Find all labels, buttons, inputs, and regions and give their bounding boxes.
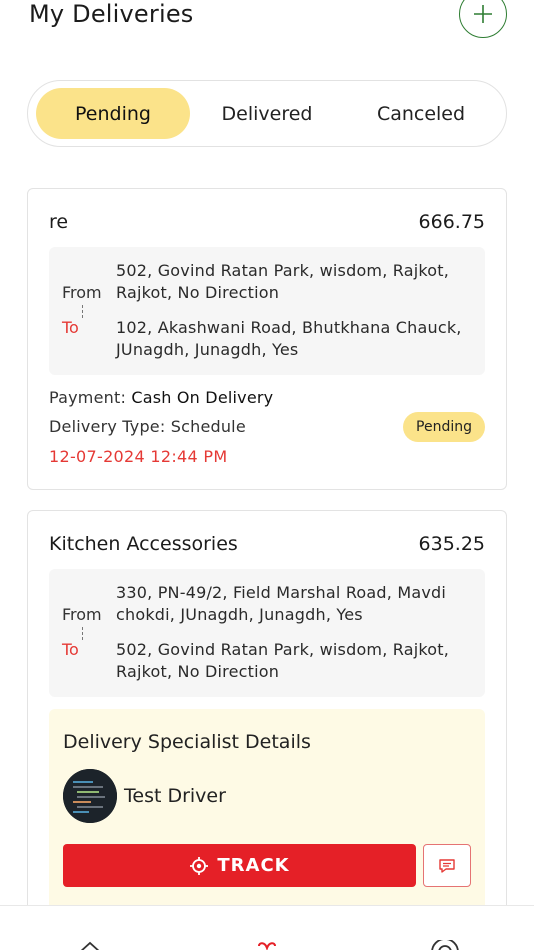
delivery-amount: 635.25 xyxy=(418,533,485,555)
add-delivery-button[interactable] xyxy=(459,0,507,38)
from-label: From xyxy=(62,283,102,302)
delivery-name: re xyxy=(49,211,69,233)
specialist-title: Delivery Specialist Details xyxy=(63,731,311,753)
delivery-type-value: Schedule xyxy=(170,417,246,436)
delivery-name: Kitchen Accessories xyxy=(49,533,238,555)
delivery-type-row: Delivery Type: Schedule xyxy=(49,417,246,436)
crosshair-icon xyxy=(190,856,209,875)
delivery-datetime: 12-07-2024 12:44 PM xyxy=(49,447,228,466)
delivery-card[interactable]: Kitchen Accessories 635.25 From To 330, … xyxy=(27,510,507,905)
track-label: TRACK xyxy=(217,855,290,876)
from-label: From xyxy=(62,605,102,624)
delivery-specialist-panel: Delivery Specialist Details Test Driver … xyxy=(49,709,485,905)
payment-label: Payment: xyxy=(49,388,127,407)
payment-row: Payment: Cash On Delivery xyxy=(49,388,273,407)
to-address: 502, Govind Ratan Park, wisdom, Rajkot, … xyxy=(116,640,450,681)
delivery-type-label: Delivery Type: xyxy=(49,417,166,436)
delivery-amount: 666.75 xyxy=(418,211,485,233)
from-address: 502, Govind Ratan Park, wisdom, Rajkot, … xyxy=(116,261,450,302)
header: My Deliveries xyxy=(29,0,509,40)
route-connector xyxy=(82,305,83,318)
status-tabs: Pending Delivered Canceled xyxy=(27,80,507,147)
driver-avatar xyxy=(63,769,117,823)
card-header: re 666.75 xyxy=(49,211,485,233)
tab-canceled[interactable]: Canceled xyxy=(344,88,498,139)
status-badge: Pending xyxy=(403,412,485,442)
to-label: To xyxy=(62,640,79,659)
tab-delivered[interactable]: Delivered xyxy=(190,88,344,139)
driver-name: Test Driver xyxy=(124,785,226,807)
chat-button[interactable] xyxy=(423,844,471,887)
card-header: Kitchen Accessories 635.25 xyxy=(49,533,485,555)
payment-value: Cash On Delivery xyxy=(131,388,274,407)
route-box: From To 502, Govind Ratan Park, wisdom, … xyxy=(49,247,485,375)
to-label: To xyxy=(62,318,79,337)
profile-icon[interactable] xyxy=(430,940,460,950)
bottom-nav xyxy=(0,905,534,950)
page-title: My Deliveries xyxy=(29,0,194,28)
to-address: 102, Akashwani Road, Bhutkhana Chauck, J… xyxy=(116,318,462,359)
gift-icon[interactable] xyxy=(255,940,279,950)
plus-icon xyxy=(474,5,492,23)
route-box: From To 330, PN-49/2, Field Marshal Road… xyxy=(49,569,485,697)
home-icon[interactable] xyxy=(78,940,102,950)
tab-pending[interactable]: Pending xyxy=(36,88,190,139)
track-button[interactable]: TRACK xyxy=(63,844,416,887)
chat-icon xyxy=(439,858,455,873)
route-connector xyxy=(82,627,83,640)
delivery-card[interactable]: re 666.75 From To 502, Govind Ratan Park… xyxy=(27,188,507,490)
from-address: 330, PN-49/2, Field Marshal Road, Mavdi … xyxy=(116,583,447,624)
